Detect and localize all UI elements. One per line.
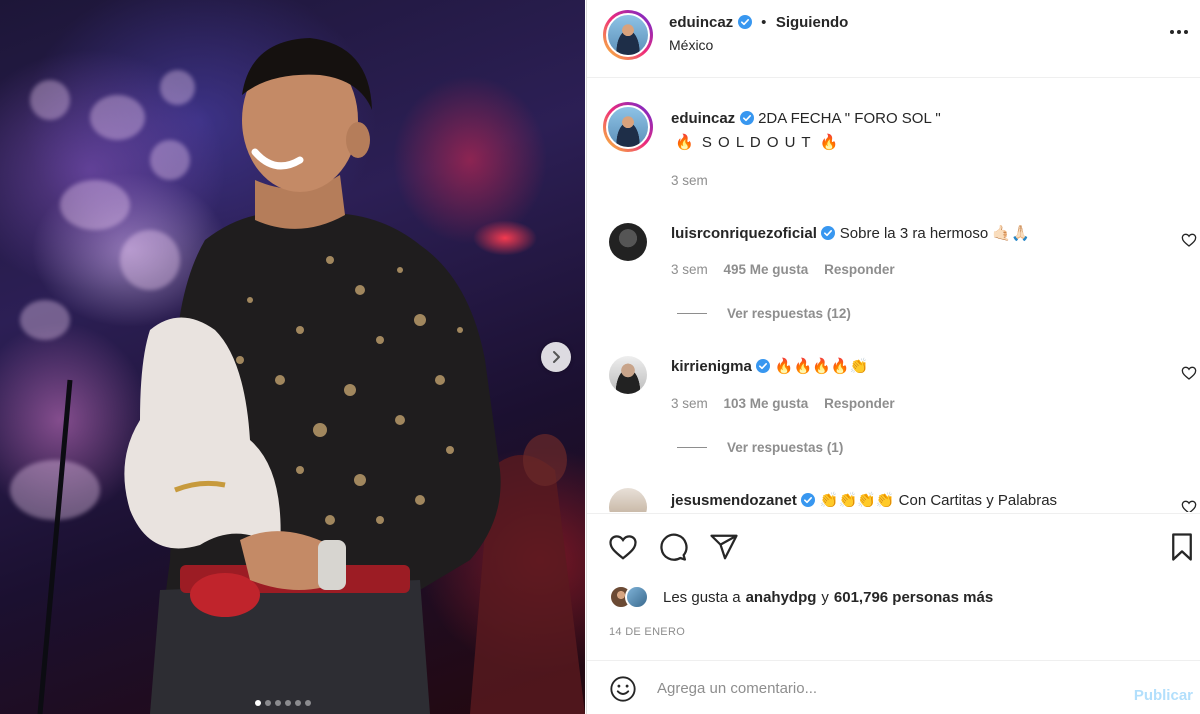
reply-button[interactable]: Responder [824, 262, 895, 277]
carousel-dot [255, 700, 261, 706]
like-comment-heart-icon[interactable] [1181, 499, 1197, 512]
post-photo[interactable] [0, 0, 585, 714]
fire-emoji: 🔥 [675, 134, 694, 151]
comment-likes[interactable]: 103 Me gusta [724, 396, 809, 411]
carousel-dot [305, 700, 311, 706]
comment-time: 3 sem [671, 396, 708, 411]
liker-username[interactable]: anahydpg [746, 589, 817, 606]
likes-summary: Les gusta a anahydpg y 601,796 personas … [609, 585, 993, 609]
verified-badge-icon [756, 359, 771, 373]
comment-time: 3 sem [671, 262, 708, 277]
separator-dot: • [761, 14, 767, 31]
caption-line2: 🔥 S O L D O U T 🔥 [675, 133, 838, 151]
carousel-dots [255, 700, 311, 706]
author-avatar[interactable] [603, 10, 653, 60]
liker-avatar [625, 585, 649, 609]
author-username[interactable]: eduincaz [669, 14, 733, 31]
post-actions: Les gusta a anahydpg y 601,796 personas … [587, 513, 1200, 660]
caption-time: 3 sem [671, 173, 708, 188]
verified-badge-icon [737, 15, 752, 29]
comment-avatar[interactable] [609, 488, 647, 512]
verified-badge-icon [821, 226, 836, 240]
share-plane-icon[interactable] [709, 532, 739, 562]
view-replies-button[interactable]: Ver respuestas (1) [677, 440, 843, 455]
carousel-dot [285, 700, 291, 706]
replies-line [677, 313, 707, 314]
save-bookmark-icon[interactable] [1169, 532, 1195, 562]
reply-button[interactable]: Responder [824, 396, 895, 411]
view-replies-label: Ver respuestas (1) [727, 440, 844, 455]
verified-badge-icon [739, 111, 754, 125]
post-header: eduincaz • Siguiendo México [587, 0, 1200, 78]
comment-line: kirrienigma 🔥🔥🔥🔥👏 [671, 357, 868, 376]
comment-username[interactable]: jesusmendozanet [671, 492, 797, 509]
carousel-dot [275, 700, 281, 706]
publish-button[interactable]: Publicar [1134, 687, 1193, 704]
comment-line: jesusmendozanet 👏👏👏👏 Con Cartitas y Pala… [671, 491, 1057, 510]
replies-line [677, 447, 707, 448]
comment-likes[interactable]: 495 Me gusta [724, 262, 809, 277]
post-details-panel: eduincaz • Siguiendo México eduincaz 2DA… [586, 0, 1200, 714]
liker-avatars[interactable] [609, 585, 659, 609]
add-comment-bar: Publicar [587, 660, 1200, 714]
comment-bubble-icon[interactable] [658, 532, 688, 562]
more-options-icon[interactable] [1169, 22, 1189, 42]
likes-count[interactable]: 601,796 personas más [834, 589, 993, 606]
fire-emoji: 🔥 [819, 134, 839, 151]
caption-avatar[interactable] [603, 102, 653, 152]
comment-text: Sobre la 3 ra hermoso 🤙🏻🙏🏻 [839, 225, 1030, 242]
carousel-dot [265, 700, 271, 706]
caption-text: 2DA FECHA " FORO SOL " [758, 110, 941, 127]
chevron-right-icon [553, 351, 560, 363]
post-location[interactable]: México [669, 37, 713, 53]
comment-input[interactable] [657, 675, 1117, 701]
comment-avatar[interactable] [609, 356, 647, 394]
carousel-dot [295, 700, 301, 706]
caption-line1: eduincaz 2DA FECHA " FORO SOL " [671, 110, 941, 128]
following-button[interactable]: Siguiendo [776, 14, 849, 31]
view-replies-label: Ver respuestas (12) [727, 306, 851, 321]
likes-prefix: Les gusta a [663, 588, 741, 606]
comment-text: 🔥🔥🔥🔥👏 [774, 358, 869, 375]
emoji-smiley-icon[interactable] [609, 675, 637, 703]
comment-meta: 3 sem 495 Me gusta Responder [671, 262, 895, 277]
like-comment-heart-icon[interactable] [1181, 365, 1197, 381]
comment-avatar[interactable] [609, 223, 647, 261]
comment-line: luisrconriquezoficial Sobre la 3 ra herm… [671, 224, 1030, 243]
comment-text: 👏👏👏👏 Con Cartitas y Palabras [819, 492, 1058, 509]
comments-list[interactable]: eduincaz 2DA FECHA " FORO SOL " 🔥 S O L … [587, 78, 1200, 512]
likes-conjunction: y [821, 588, 829, 606]
comment-meta: 3 sem 103 Me gusta Responder [671, 396, 895, 411]
comment-username[interactable]: luisrconriquezoficial [671, 225, 817, 242]
author-line: eduincaz • Siguiendo [669, 14, 848, 32]
like-heart-icon[interactable] [608, 532, 638, 562]
comment-username[interactable]: kirrienigma [671, 358, 752, 375]
next-image-button[interactable] [541, 342, 571, 372]
post-date[interactable]: 14 DE ENERO [609, 626, 685, 638]
caption-soldout: S O L D O U T [701, 134, 812, 151]
performer-illustration [37, 38, 585, 714]
verified-badge-icon [801, 493, 816, 507]
like-comment-heart-icon[interactable] [1181, 232, 1197, 248]
caption-username[interactable]: eduincaz [671, 110, 735, 127]
view-replies-button[interactable]: Ver respuestas (12) [677, 306, 851, 321]
